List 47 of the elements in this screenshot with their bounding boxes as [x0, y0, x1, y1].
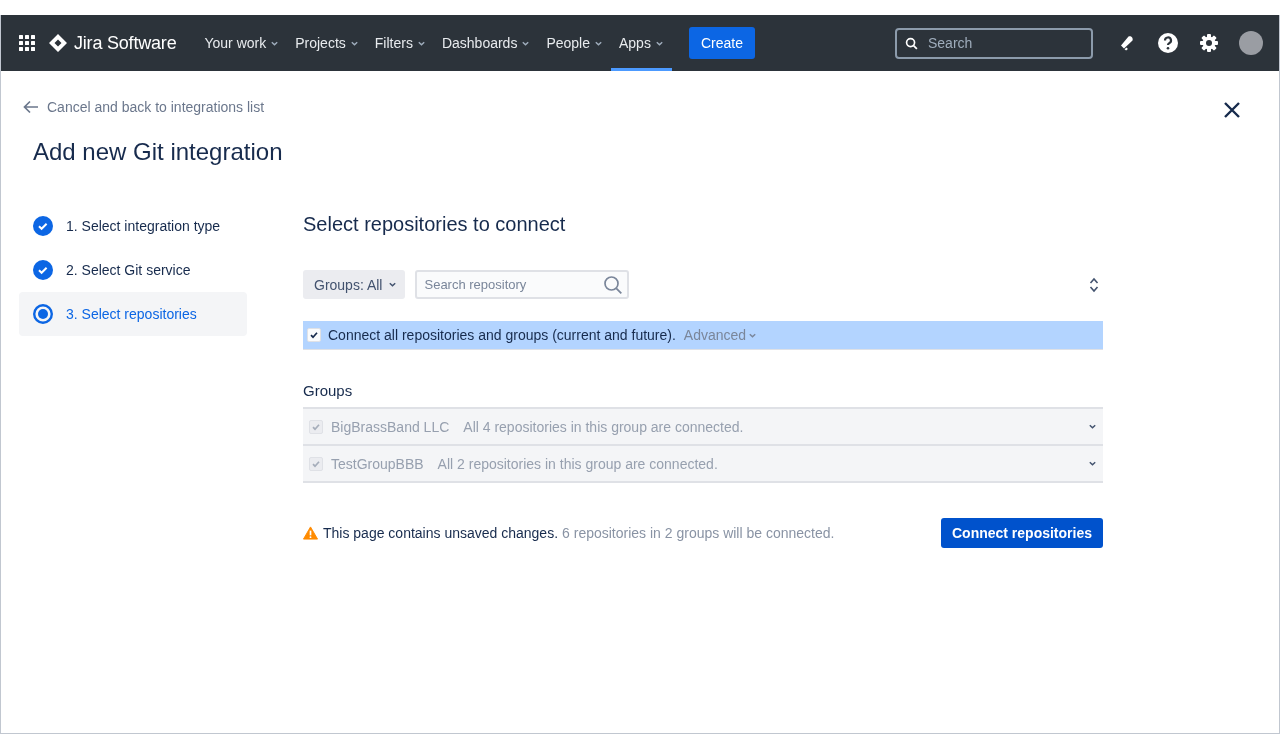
repository-search-field[interactable]: Search repository: [415, 270, 630, 299]
connect-all-label: Connect all repositories and groups (current and future).: [328, 327, 676, 343]
expand-collapse-icon[interactable]: [1089, 276, 1099, 293]
page-title: Add new Git integration: [33, 138, 284, 166]
check-circle-icon: [33, 260, 53, 280]
close-icon: [1223, 101, 1241, 119]
warning-icon: [303, 526, 318, 540]
nav-menu-item[interactable]: Filters: [366, 15, 434, 71]
group-name: BigBrassBand LLC: [331, 418, 450, 435]
connect-repositories-button[interactable]: Connect repositories: [940, 518, 1103, 548]
warning-text: This page contains unsaved changes.: [323, 525, 559, 541]
search-icon: [603, 274, 624, 295]
checkmark-icon: [309, 330, 319, 340]
wizard-step[interactable]: 3. Select repositories: [19, 292, 247, 336]
repository-search-input[interactable]: Search repository: [422, 276, 604, 293]
search-icon: [905, 36, 918, 50]
radio-selected-icon: [33, 304, 53, 324]
summary-text: 6 repositories in 2 groups will be connected.: [562, 525, 836, 541]
section-heading: Select repositories to connect: [303, 213, 567, 236]
search-input[interactable]: Search: [926, 34, 1080, 52]
arrow-left-icon: [23, 100, 39, 114]
checkmark-icon: [311, 421, 321, 432]
wizard-step[interactable]: 1. Select integration type: [19, 204, 247, 248]
checkmark-icon: [311, 458, 321, 469]
nav-menu-item[interactable]: Apps: [611, 15, 672, 71]
group-status: All 4 repositories in this group are connected.: [463, 418, 745, 435]
product-name[interactable]: Jira Software: [74, 32, 177, 54]
search-field[interactable]: Search: [895, 27, 1093, 59]
back-link[interactable]: Cancel and back to integrations list: [23, 99, 265, 115]
settings-icon[interactable]: [1199, 33, 1219, 53]
help-icon[interactable]: [1157, 32, 1179, 54]
jira-logo-icon: [49, 34, 67, 52]
nav-menu-item[interactable]: People: [538, 15, 611, 71]
nav-menu-item[interactable]: Projects: [287, 15, 367, 71]
user-avatar[interactable]: [1239, 31, 1263, 55]
nav-menu-item[interactable]: Dashboards: [433, 15, 539, 71]
create-button[interactable]: Create: [688, 27, 755, 59]
app-switcher-icon[interactable]: [19, 35, 35, 51]
chevron-down-icon: [388, 280, 398, 289]
wizard-step[interactable]: 2. Select Git service: [19, 248, 247, 292]
group-status: All 2 repositories in this group are connected.: [437, 455, 719, 472]
nav-menu-item[interactable]: Your work: [196, 15, 288, 71]
group-name: TestGroupBBB: [331, 455, 424, 472]
groups-filter-dropdown[interactable]: Groups: All: [303, 270, 406, 299]
groups-heading: Groups: [303, 382, 354, 399]
check-circle-icon: [33, 216, 53, 236]
checkbox[interactable]: [307, 328, 321, 342]
